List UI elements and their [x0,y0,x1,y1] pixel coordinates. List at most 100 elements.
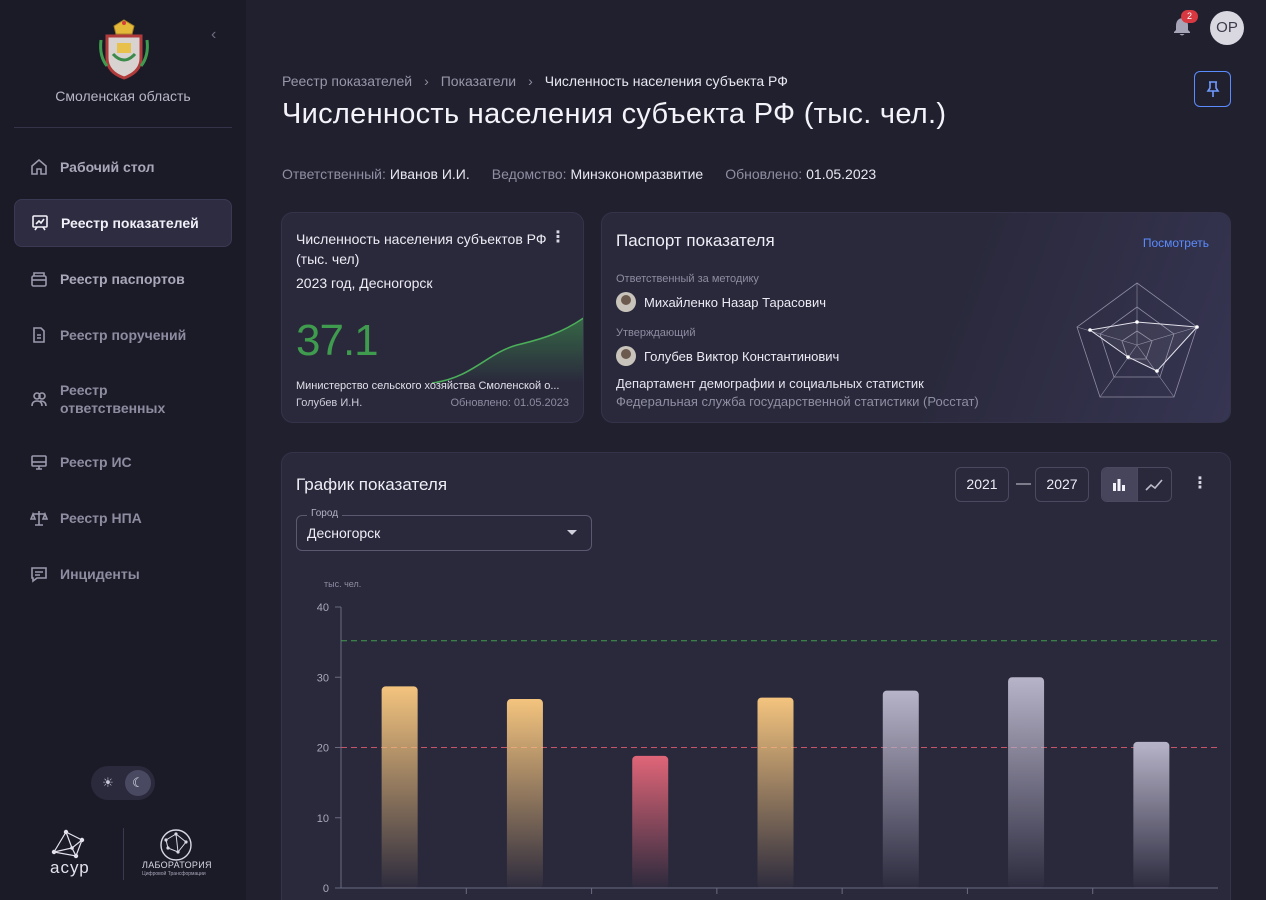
home-icon [30,158,48,176]
line-chart-view-button[interactable] [1136,468,1172,501]
page-title: Численность населения субъекта РФ (тыс. … [282,98,947,130]
indicator-card-subtitle: 2023 год, Десногорск [296,275,433,291]
sidebar-item-label: Рабочий стол [60,159,155,175]
sidebar-item-label: Реестр НПА [60,510,142,526]
bar-2022 [506,699,543,888]
y-tick-label: 10 [317,813,329,825]
breadcrumb-current: Численность населения субъекта РФ [544,73,788,89]
inbox-icon [30,270,48,288]
sidebar-item-label: Инциденты [60,566,140,582]
message-icon [30,565,48,583]
avatar [616,292,636,312]
sidebar-item-desktop[interactable]: Рабочий стол [14,143,232,191]
year-to-input[interactable]: 2027 [1035,467,1089,502]
lab-logo-icon [160,829,192,861]
bar-2023 [632,755,669,888]
city-select[interactable]: Город Десногорск [296,508,592,551]
sidebar-item-label: Реестр паспортов [60,271,185,287]
sidebar-item-is[interactable]: Реестр ИС [14,438,232,486]
sidebar-item-incidents[interactable]: Инциденты [14,550,232,598]
methodology-label: Ответственный за методику [616,273,759,285]
more-vertical-icon[interactable]: ⋮ [550,229,566,247]
sidebar-item-label: Реестр ИС [60,454,132,470]
indicator-card[interactable]: Численность населения субъектов РФ (тыс.… [281,212,584,423]
sidebar-item-responsible[interactable]: Реестр ответственных [14,375,232,423]
passport-title: Паспорт показателя [616,231,775,250]
y-tick-label: 30 [317,672,329,684]
sidebar-item-indicators[interactable]: Реестр показателей [14,199,232,247]
indicator-updated: Обновлено: 01.05.2023 [450,397,569,409]
notification-badge: 2 [1181,10,1198,23]
scales-icon [30,509,48,527]
meta-updated-value: 01.05.2023 [806,166,877,182]
bar-2021 [381,686,418,888]
year-from-input[interactable]: 2021 [955,467,1009,502]
chart-card: График показателя 2021 — 2027 ⋮ Город Де… [281,452,1231,900]
bar-2027 [1133,741,1170,888]
region-name: Смоленская область [55,88,191,104]
indicator-meta: Ответственный: Иванов И.И. Ведомство: Ми… [282,166,898,184]
bar-2026 [1008,677,1045,888]
users-icon [30,390,48,408]
radar-chart-icon [1076,282,1199,398]
bar-2024 [757,697,794,888]
lab-logo-subtext: Цифровой Трансформации [142,871,206,877]
chevron-right-icon: › [528,73,533,89]
asur-logo-text: асур [50,858,90,877]
sidebar-item-label: Реестр ответственных [60,382,166,416]
sidebar-divider [14,127,232,128]
passport-agency: Федеральная служба государственной стати… [616,394,979,409]
meta-agency-label: Ведомство: [491,166,567,182]
passport-card: Паспорт показателя Посмотреть Ответствен… [601,212,1231,423]
approver-person: Голубев Виктор Константинович [616,346,839,366]
line-chart-icon [1145,478,1163,491]
meta-responsible-label: Ответственный: [282,166,386,182]
year-range-dash: — [1016,475,1031,492]
lab-logo-text: ЛАБОРАТОРИЯ [142,860,212,870]
breadcrumb: Реестр показателей › Показатели › Числен… [282,72,788,90]
indicator-person: Голубев И.Н. [296,397,363,409]
meta-agency-value: Минэкономразвитие [570,166,704,182]
bar-2025 [882,690,919,888]
y-tick-label: 20 [317,743,329,755]
sidebar-item-orders[interactable]: Реестр поручений [14,311,232,359]
y-axis-label: тыс. чел. [324,579,361,589]
indicator-value: 37.1 [296,316,379,365]
view-toggle [1101,467,1172,502]
sidebar-item-label: Реестр поручений [60,327,187,343]
approver-label: Утверждающий [616,327,696,339]
passport-view-link[interactable]: Посмотреть [1143,236,1209,250]
theme-toggle[interactable]: ☀ ☾ [91,766,155,800]
chevron-right-icon: › [424,73,429,89]
sun-icon[interactable]: ☀ [95,770,121,796]
meta-updated-label: Обновлено: [725,166,803,182]
avatar [616,346,636,366]
more-vertical-icon[interactable]: ⋮ [1192,473,1208,495]
breadcrumb-item[interactable]: Показатели [441,73,516,89]
approver-person-name: Голубев Виктор Константинович [644,348,840,364]
collapse-sidebar-icon[interactable]: ‹ [211,26,225,44]
methodology-person: Михайленко Назар Тарасович [616,292,826,312]
city-select-label: Город [307,508,343,519]
methodology-person-name: Михайленко Назар Тарасович [644,294,826,310]
caret-down-icon [567,530,577,535]
indicator-org: Министерство сельского хозяйства Смоленс… [296,380,560,392]
avatar[interactable]: OP [1210,11,1244,45]
monitor-icon [30,453,48,471]
logo-divider [123,828,124,880]
pin-icon [1206,81,1219,97]
sidebar-item-npa[interactable]: Реестр НПА [14,494,232,542]
pin-button[interactable] [1194,71,1231,107]
sidebar-item-passports[interactable]: Реестр паспортов [14,255,232,303]
breadcrumb-item[interactable]: Реестр показателей [282,73,412,89]
sidebar-item-label: Реестр показателей [61,215,199,231]
chart-board-icon [31,214,49,232]
moon-icon[interactable]: ☾ [125,770,151,796]
bar-chart-view-button[interactable] [1102,468,1137,501]
bar-chart-icon [1113,478,1126,491]
indicator-card-title: Численность населения субъектов РФ (тыс.… [296,231,547,267]
meta-responsible-value: Иванов И.И. [389,166,470,182]
passport-department: Департамент демографии и социальных стат… [616,376,924,391]
chart-title: График показателя [296,475,448,494]
y-tick-label: 0 [323,883,329,895]
